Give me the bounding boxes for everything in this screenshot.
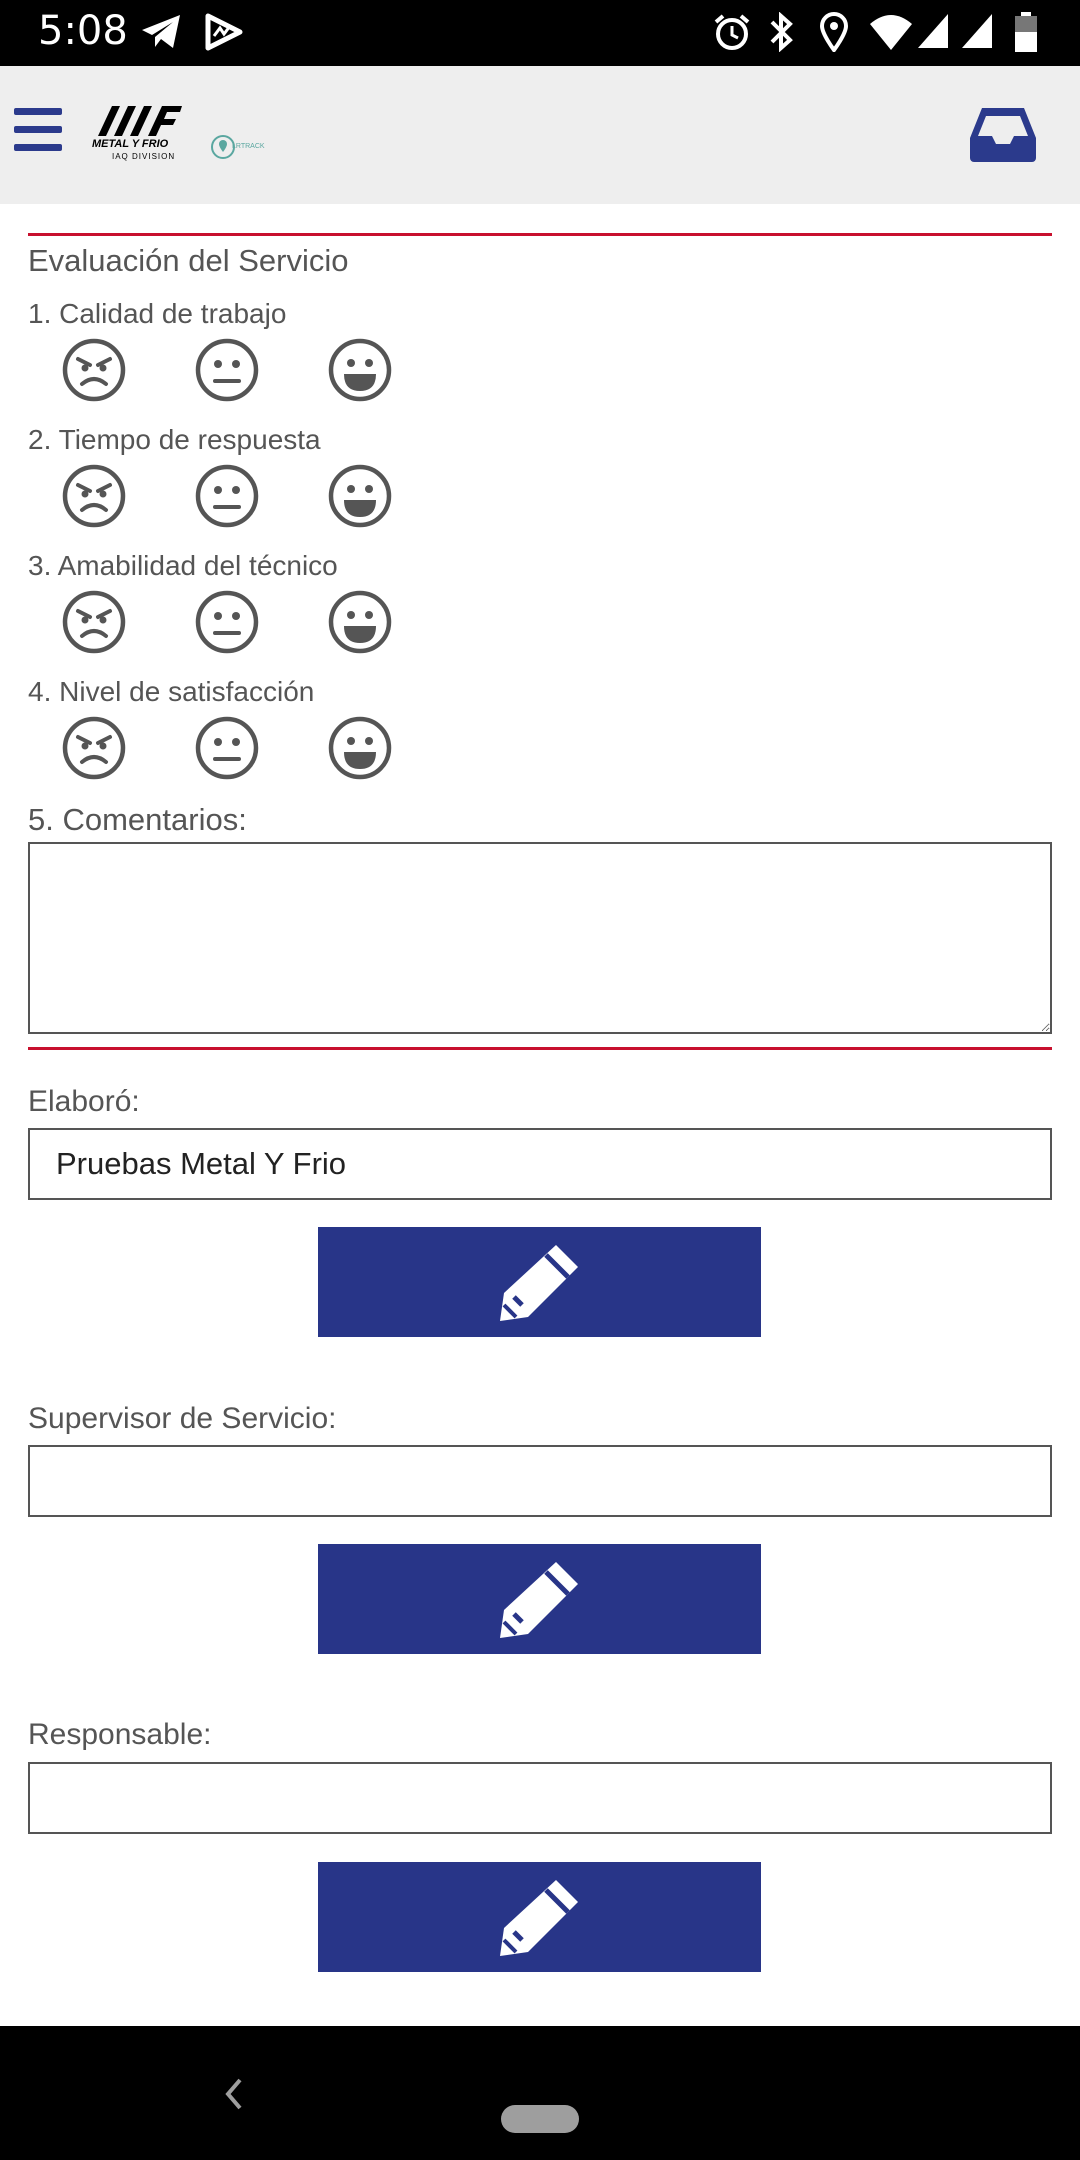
question-label: 2. Tiempo de respuesta [28, 424, 321, 455]
neutral-face-icon[interactable] [194, 463, 260, 529]
system-nav-bar [0, 2026, 1080, 2160]
angry-face-icon[interactable] [61, 337, 127, 403]
elaboro-sign-button[interactable] [318, 1227, 761, 1337]
logo-mark-icon [98, 106, 182, 136]
supervisor-sign-button[interactable] [318, 1544, 761, 1654]
hamburger-menu-icon[interactable] [14, 108, 62, 152]
signal-icon [962, 14, 992, 48]
activity-icon [205, 13, 243, 51]
happy-face-icon[interactable] [327, 715, 393, 781]
bluetooth-icon [770, 12, 793, 52]
responsable-label: Responsable: [28, 1718, 212, 1751]
neutral-face-icon[interactable] [194, 337, 260, 403]
responsable-input[interactable] [28, 1762, 1052, 1834]
location-icon [819, 12, 849, 52]
section-divider [28, 233, 1052, 236]
question-label: 4. Nivel de satisfacción [28, 676, 315, 707]
angry-face-icon[interactable] [61, 715, 127, 781]
status-time: 5:08 [38, 8, 128, 54]
question-label: 3. Amabilidad del técnico [28, 550, 338, 581]
supervisor-input[interactable] [28, 1445, 1052, 1517]
app-bar: METAL Y FRIO IAQ DIVISION LRTRACK [0, 66, 1080, 204]
neutral-face-icon[interactable] [194, 589, 260, 655]
elaboro-input[interactable] [28, 1128, 1052, 1200]
responsable-sign-button[interactable] [318, 1862, 761, 1972]
pencil-icon [500, 1562, 578, 1638]
back-icon[interactable] [222, 2076, 246, 2112]
logo-sub-text: IAQ DIVISION [112, 152, 176, 161]
angry-face-icon[interactable] [61, 589, 127, 655]
battery-icon [1015, 12, 1037, 52]
angry-face-icon[interactable] [61, 463, 127, 529]
logo-brand-text: METAL Y FRIO [92, 138, 169, 150]
comments-textarea[interactable] [28, 842, 1052, 1034]
pencil-icon [500, 1245, 578, 1321]
inbox-icon[interactable] [968, 104, 1038, 164]
supervisor-label: Supervisor de Servicio: [28, 1402, 337, 1435]
metal-y-frio-logo: METAL Y FRIO IAQ DIVISION [90, 102, 190, 166]
evaluation-title: Evaluación del Servicio [28, 243, 349, 278]
comments-label: 5. Comentarios: [28, 802, 247, 837]
happy-face-icon[interactable] [327, 589, 393, 655]
happy-face-icon[interactable] [327, 337, 393, 403]
elaboro-label: Elaboró: [28, 1085, 140, 1118]
neutral-face-icon[interactable] [194, 715, 260, 781]
happy-face-icon[interactable] [327, 463, 393, 529]
wifi-icon [870, 15, 912, 50]
partner-logo-text: LRTRACK [232, 143, 265, 150]
section-divider [28, 1047, 1052, 1050]
signal-icon [918, 14, 948, 48]
alarm-icon [714, 14, 750, 50]
status-bar: 5:08 [0, 0, 1080, 66]
telegram-icon [142, 15, 180, 48]
home-pill[interactable] [501, 2105, 579, 2133]
partner-logo: LRTRACK [210, 132, 274, 162]
pencil-icon [500, 1880, 578, 1956]
question-label: 1. Calidad de trabajo [28, 298, 287, 329]
